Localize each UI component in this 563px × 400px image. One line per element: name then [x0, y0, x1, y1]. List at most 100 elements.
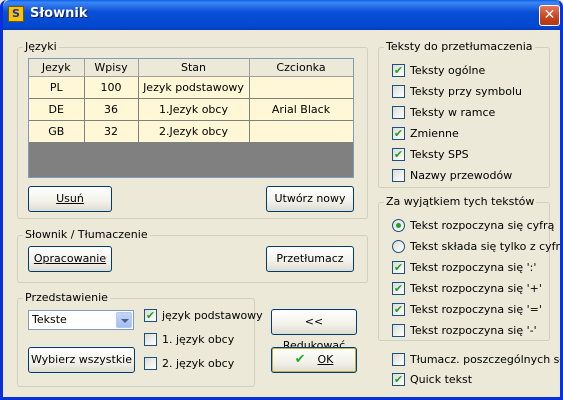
radio-only-digits[interactable]: Tekst składa się tylko z cyfr — [392, 238, 560, 256]
checkbox-sps-texts[interactable]: ✔ Teksty SPS — [392, 146, 469, 164]
checkbox-box[interactable] — [392, 352, 405, 366]
table-cell[interactable]: 32 — [84, 120, 139, 143]
table-row[interactable]: GB 32 2.Jezyk obcy — [29, 120, 353, 143]
checkbox-label: język podstawowy — [162, 309, 263, 322]
dictionary-legend: Słownik / Tłumaczenie — [23, 228, 150, 241]
text-type-select[interactable]: Tekste — [28, 310, 134, 330]
checkbox-first-foreign[interactable]: 1. język obcy — [144, 331, 234, 349]
languages-table[interactable]: Jezyk Wpisy Stan Czcionka PL 100 Jezyk p… — [28, 58, 354, 178]
check-icon[interactable]: ✔ — [392, 260, 405, 274]
window-title: Słownik — [30, 6, 88, 21]
check-icon[interactable]: ✔ — [392, 126, 405, 140]
checkbox-starts-equals[interactable]: ✔ Tekst rozpoczyna się '=' — [392, 301, 542, 319]
column-header-stan[interactable]: Stan — [138, 59, 250, 77]
ok-button-label: OK — [317, 353, 334, 366]
checkbox-starts-minus[interactable]: Tekst rozpoczyna się '-' — [392, 322, 537, 340]
select-all-button[interactable]: Wybierz wszystkie — [28, 347, 135, 373]
translate-button[interactable]: Przetłumacz — [266, 246, 354, 272]
table-cell[interactable]: 2.Jezyk obcy — [138, 120, 250, 143]
edit-button[interactable]: Opracowanie — [28, 246, 112, 272]
checkbox-box[interactable] — [392, 323, 405, 337]
checkbox-general-texts[interactable]: ✔ Teksty ogólne — [392, 62, 485, 80]
checkbox-label: 2. język obcy — [162, 357, 235, 370]
translate-button-label: Przetłumacz — [276, 252, 344, 265]
checkbox-label: Tekst rozpoczyna się '=' — [410, 303, 542, 316]
table-cell[interactable]: 36 — [84, 98, 139, 121]
checkbox-label: 1. język obcy — [162, 333, 235, 346]
checkbox-label: Tekst rozpoczyna się '-' — [410, 324, 537, 337]
checkbox-label: Tekst rozpoczyna się '+' — [410, 282, 542, 295]
checkbox-primary-language[interactable]: ✔ język podstawowy — [144, 307, 263, 325]
column-header-jezyk[interactable]: Jezyk — [29, 59, 85, 77]
checkbox-box[interactable] — [392, 84, 405, 98]
table-cell[interactable]: Arial Black — [249, 98, 353, 121]
ok-button[interactable]: ✔ OK — [271, 347, 357, 373]
checkbox-second-foreign[interactable]: 2. język obcy — [144, 355, 234, 373]
check-icon[interactable]: ✔ — [392, 302, 405, 316]
checkbox-box[interactable] — [144, 356, 157, 370]
check-icon[interactable]: ✔ — [392, 147, 405, 161]
check-icon[interactable]: ✔ — [392, 63, 405, 77]
check-icon[interactable]: ✔ — [392, 281, 405, 295]
create-new-button[interactable]: Utwórz nowy — [266, 186, 354, 212]
table-cell[interactable]: GB — [29, 120, 85, 143]
table-cell[interactable]: DE — [29, 98, 85, 121]
checkbox-label: Teksty przy symbolu — [410, 85, 523, 98]
checkbox-variables[interactable]: ✔ Zmienne — [392, 125, 459, 143]
table-cell[interactable] — [249, 76, 353, 99]
checkbox-quick-text[interactable]: ✔ Quick tekst — [392, 371, 472, 389]
languages-legend: Języki — [23, 40, 59, 53]
title-bar[interactable]: S Słownik ✕ — [3, 0, 560, 30]
checkbox-symbol-texts[interactable]: Teksty przy symbolu — [392, 83, 522, 101]
checkbox-box[interactable] — [144, 332, 157, 346]
app-icon-glyph: S — [12, 7, 20, 20]
chevron-down-icon[interactable] — [116, 312, 132, 328]
checkbox-label: Teksty ogólne — [410, 64, 486, 77]
table-row[interactable]: DE 36 1.Jezyk obcy Arial Black — [29, 98, 353, 121]
checkbox-starts-colon[interactable]: ✔ Tekst rozpoczyna się ':' — [392, 259, 536, 277]
table-cell[interactable]: Jezyk podstawowy — [138, 76, 250, 99]
table-row[interactable]: PL 100 Jezyk podstawowy — [29, 76, 353, 99]
checkbox-box[interactable] — [392, 168, 405, 182]
check-icon: ✔ — [294, 352, 306, 367]
edit-button-label: Opracowanie — [33, 252, 107, 265]
checkbox-label: Nazwy przewodów — [410, 169, 513, 182]
column-header-czcionka[interactable]: Czcionka — [249, 59, 353, 77]
radio-label: Tekst rozpoczyna się cyfrą — [410, 219, 555, 232]
create-new-button-label: Utwórz nowy — [274, 192, 346, 205]
table-cell[interactable]: 1.Jezyk obcy — [138, 98, 250, 121]
check-icon[interactable]: ✔ — [392, 372, 405, 386]
column-header-wpisy[interactable]: Wpisy — [84, 59, 139, 77]
text-type-select-value: Tekste — [32, 313, 67, 326]
texts-legend: Teksty do przetłumaczenia — [384, 40, 535, 53]
table-header-row: Jezyk Wpisy Stan Czcionka — [29, 59, 353, 77]
app-icon: S — [8, 6, 24, 22]
remove-button[interactable]: Usuń — [28, 186, 112, 212]
checkbox-label: Tłumacz. poszczególnych słów — [410, 353, 563, 366]
table-cell[interactable]: PL — [29, 76, 85, 99]
radio-button[interactable] — [392, 239, 405, 253]
reduce-button[interactable]: << Redukować — [271, 309, 357, 352]
remove-button-label: Usuń — [56, 192, 84, 205]
dialog-window: S Słownik ✕ Języki Jezyk Wpisy Stan Czci… — [0, 0, 563, 400]
select-all-button-label: Wybierz wszystkie — [30, 353, 133, 366]
table-cell[interactable]: 100 — [84, 76, 139, 99]
radio-starts-with-digit[interactable]: Tekst rozpoczyna się cyfrą — [392, 217, 554, 235]
table-cell[interactable] — [249, 120, 353, 143]
radio-button[interactable] — [392, 218, 405, 232]
checkbox-starts-plus[interactable]: ✔ Tekst rozpoczyna się '+' — [392, 280, 542, 298]
check-icon[interactable]: ✔ — [144, 308, 157, 322]
checkbox-label: Quick tekst — [410, 373, 473, 386]
checkbox-label: Teksty SPS — [410, 148, 469, 161]
checkbox-label: Teksty w ramce — [410, 106, 496, 119]
checkbox-box[interactable] — [392, 105, 405, 119]
close-button[interactable]: ✕ — [539, 5, 560, 26]
display-legend: Przedstawienie — [23, 291, 110, 304]
checkbox-label: Tekst rozpoczyna się ':' — [410, 261, 537, 274]
checkbox-frame-texts[interactable]: Teksty w ramce — [392, 104, 495, 122]
checkbox-label: Zmienne — [410, 127, 459, 140]
radio-label: Tekst składa się tylko z cyfr — [410, 240, 561, 253]
checkbox-translate-words[interactable]: Tłumacz. poszczególnych słów — [392, 351, 563, 369]
checkbox-wire-names[interactable]: Nazwy przewodów — [392, 167, 512, 185]
exceptions-legend: Za wyjątkiem tych tekstów — [384, 195, 537, 208]
